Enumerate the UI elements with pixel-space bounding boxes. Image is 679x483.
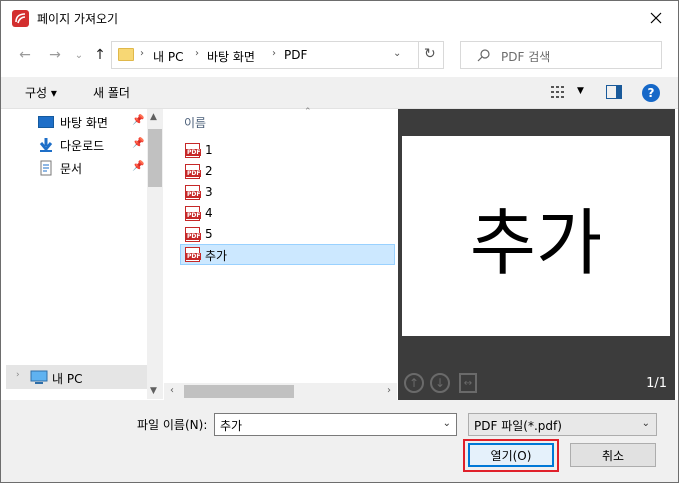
next-page-icon[interactable]: ↓ [430, 373, 450, 393]
organize-button[interactable]: 구성 ▾ [25, 84, 57, 101]
page-counter: 1/1 [646, 376, 667, 391]
up-button[interactable]: ↑ [90, 45, 110, 65]
file-name: 4 [205, 206, 213, 220]
expand-chevron-icon[interactable]: › [16, 370, 20, 380]
navigation-pane: 바탕 화면 📌 다운로드 📌 문서 📌 › 내 PC ▲ ▼ [6, 109, 163, 399]
file-row[interactable]: PDF 5 [180, 224, 395, 245]
cancel-button[interactable]: 취소 [570, 443, 656, 467]
pdf-file-icon: PDF [185, 164, 202, 179]
search-input[interactable]: PDF 검색 [501, 48, 550, 65]
preview-page: 추가 [402, 136, 670, 336]
close-icon [650, 12, 662, 24]
title-bar: 페이지 가져오기 [1, 1, 678, 35]
scroll-up-icon[interactable]: ▲ [150, 112, 157, 122]
import-pages-dialog: 페이지 가져오기 ← → ⌄ ↑ › 내 PC › 바탕 화면 › PDF ⌄ … [0, 0, 679, 483]
chevron-down-icon[interactable]: ⌄ [443, 418, 451, 429]
help-icon[interactable]: ? [642, 84, 660, 102]
nav-scroll-thumb[interactable] [148, 129, 162, 187]
column-header-name[interactable]: 이름 [184, 114, 206, 131]
view-dropdown-icon[interactable]: ▼ [577, 86, 584, 96]
filetype-select[interactable]: PDF 파일(*.pdf) ⌄ [468, 413, 657, 436]
document-icon [40, 160, 52, 176]
breadcrumb-separator-icon: › [272, 48, 276, 59]
hscroll-thumb[interactable] [184, 385, 294, 398]
preview-pane-icon[interactable] [606, 85, 622, 99]
address-bar[interactable]: › 내 PC › 바탕 화면 › PDF ⌄ ↻ [111, 41, 444, 69]
pdf-file-icon: PDF [185, 247, 202, 262]
toolbar: 구성 ▾ 새 폴더 ▼ ? [1, 77, 678, 109]
breadcrumb-this-pc[interactable]: 내 PC [153, 48, 183, 65]
filetype-value: PDF 파일(*.pdf) [474, 419, 562, 433]
scroll-right-icon[interactable]: › [387, 385, 391, 396]
file-row[interactable]: PDF 1 [180, 140, 395, 161]
file-name: 3 [205, 185, 213, 199]
scroll-down-icon[interactable]: ▼ [150, 386, 157, 396]
file-row-selected[interactable]: PDF 추가 [180, 244, 395, 265]
file-row[interactable]: PDF 4 [180, 203, 395, 224]
chevron-down-icon: ⌄ [641, 418, 650, 429]
address-divider [418, 42, 419, 68]
file-row[interactable]: PDF 2 [180, 161, 395, 182]
close-button[interactable] [640, 5, 672, 31]
dialog-title: 페이지 가져오기 [37, 12, 119, 26]
nav-scrollbar[interactable]: ▲ ▼ [147, 109, 163, 399]
sort-ascending-icon: ⌃ [304, 107, 312, 117]
file-name: 5 [205, 227, 213, 241]
arrow-up-icon: ↑ [94, 47, 106, 63]
open-button[interactable]: 열기(O) [468, 443, 554, 467]
address-dropdown-icon[interactable]: ⌄ [393, 48, 401, 59]
previous-page-icon[interactable]: ↑ [404, 373, 424, 393]
desktop-icon [38, 116, 54, 128]
file-row[interactable]: PDF 3 [180, 182, 395, 203]
file-list: 이름 ⌃ PDF 1 PDF 2 PDF 3 PDF 4 PDF 5 PDF 추… [164, 107, 397, 383]
pdf-file-icon: PDF [185, 143, 202, 158]
view-options-icon[interactable] [550, 84, 570, 100]
download-icon [39, 138, 53, 152]
forward-button[interactable]: → [45, 45, 65, 65]
breadcrumb-separator-icon: › [140, 48, 144, 59]
filename-label: 파일 이름(N): [137, 418, 208, 432]
file-list-hscrollbar[interactable]: ‹ › [164, 383, 397, 400]
breadcrumb-pdf[interactable]: PDF [284, 48, 307, 62]
nav-item-downloads[interactable]: 다운로드 📌 [6, 134, 147, 156]
nav-item-label: 내 PC [52, 372, 83, 386]
breadcrumb-desktop[interactable]: 바탕 화면 [207, 48, 255, 65]
new-folder-button[interactable]: 새 폴더 [93, 84, 130, 101]
back-button[interactable]: ← [15, 45, 35, 65]
file-name: 1 [205, 143, 213, 157]
search-icon [477, 49, 490, 62]
nav-item-documents[interactable]: 문서 📌 [6, 157, 147, 179]
app-logo-icon [12, 10, 29, 27]
folder-icon [118, 48, 134, 61]
nav-item-label: 문서 [60, 162, 83, 176]
pdf-file-icon: PDF [185, 227, 202, 242]
nav-item-label: 바탕 화면 [60, 116, 108, 130]
pin-icon[interactable]: 📌 [132, 161, 144, 172]
fit-width-icon[interactable]: ↔ [459, 373, 477, 393]
chevron-down-icon: ⌄ [74, 49, 84, 61]
preview-pane: 추가 ↑ ↓ ↔ 1/1 [398, 109, 675, 400]
arrow-right-icon: → [49, 47, 61, 63]
scroll-left-icon[interactable]: ‹ [170, 385, 174, 396]
recent-locations-button[interactable]: ⌄ [69, 45, 89, 65]
pin-icon[interactable]: 📌 [132, 138, 144, 149]
arrow-left-icon: ← [19, 47, 31, 63]
filename-input[interactable]: 추가 ⌄ [214, 413, 457, 436]
preview-content: 추가 [469, 200, 603, 285]
breadcrumb-separator-icon: › [195, 48, 199, 59]
nav-item-desktop[interactable]: 바탕 화면 📌 [6, 111, 147, 133]
file-name: 2 [205, 164, 213, 178]
nav-item-this-pc[interactable]: › 내 PC [6, 365, 147, 389]
filename-value: 추가 [220, 419, 243, 433]
pin-icon[interactable]: 📌 [132, 115, 144, 126]
nav-item-label: 다운로드 [60, 139, 105, 153]
refresh-icon[interactable]: ↻ [424, 46, 436, 62]
pdf-file-icon: PDF [185, 185, 202, 200]
pdf-file-icon: PDF [185, 206, 202, 221]
computer-icon [30, 370, 48, 384]
search-box[interactable]: PDF 검색 [460, 41, 662, 69]
dialog-footer: 파일 이름(N): 추가 ⌄ PDF 파일(*.pdf) ⌄ 열기(O) 취소 [1, 400, 678, 482]
file-name: 추가 [205, 249, 228, 263]
